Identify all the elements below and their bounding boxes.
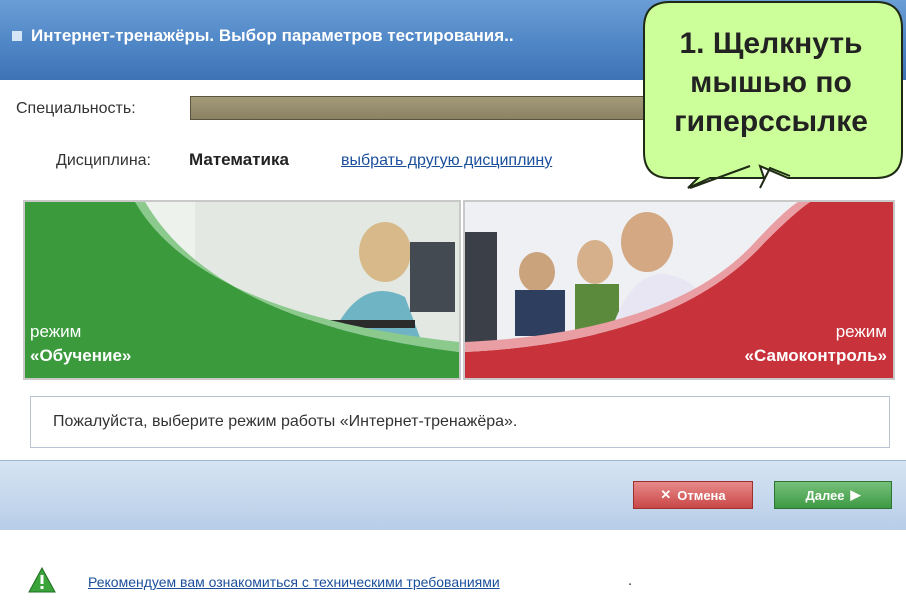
next-button[interactable]: Далее ▶ xyxy=(774,481,892,509)
requirements-link[interactable]: Рекомендуем вам ознакомиться с техническ… xyxy=(88,574,500,590)
mode-selfcontrol-line2: «Самоконтроль» xyxy=(744,346,887,365)
footer xyxy=(0,530,906,612)
mode-selfcontrol-card[interactable]: режим «Самоконтроль» xyxy=(463,200,895,380)
specialty-label: Специальность: xyxy=(16,100,136,117)
cancel-button[interactable]: ✕ Отмена xyxy=(633,481,753,509)
next-button-label: Далее xyxy=(805,487,845,503)
mode-training-card[interactable]: режим «Обучение» xyxy=(23,200,461,380)
requirements-tail: . xyxy=(628,572,633,589)
arrow-right-icon: ▶ xyxy=(850,487,861,502)
callout-line-1: 1. Щелкнуть xyxy=(679,27,863,60)
mode-training-line1: режим xyxy=(30,322,82,341)
cancel-button-label: Отмена xyxy=(677,487,726,503)
warning-icon xyxy=(28,567,56,593)
mode-selfcontrol-line1: режим xyxy=(835,322,887,341)
close-icon: ✕ xyxy=(660,487,672,502)
window-icon xyxy=(12,31,22,41)
window-title: Интернет-тренажёры. Выбор параметров тес… xyxy=(31,26,514,45)
change-discipline-link[interactable]: выбрать другую дисциплину xyxy=(341,152,552,170)
status-message-text: Пожалуйста, выберите режим работы «Интер… xyxy=(53,413,518,430)
callout-line-3: гиперссылке xyxy=(674,105,868,138)
mode-training-line2: «Обучение» xyxy=(30,346,132,365)
specialty-field[interactable] xyxy=(190,96,652,120)
callout-line-2: мышью по xyxy=(690,66,852,99)
callout-text: 1. Щелкнуть мышью по гиперссылке xyxy=(648,24,894,141)
discipline-value: Математика xyxy=(189,150,289,169)
discipline-label: Дисциплина: xyxy=(56,152,151,169)
status-message: Пожалуйста, выберите режим работы «Интер… xyxy=(30,396,890,448)
action-bar xyxy=(0,460,906,531)
